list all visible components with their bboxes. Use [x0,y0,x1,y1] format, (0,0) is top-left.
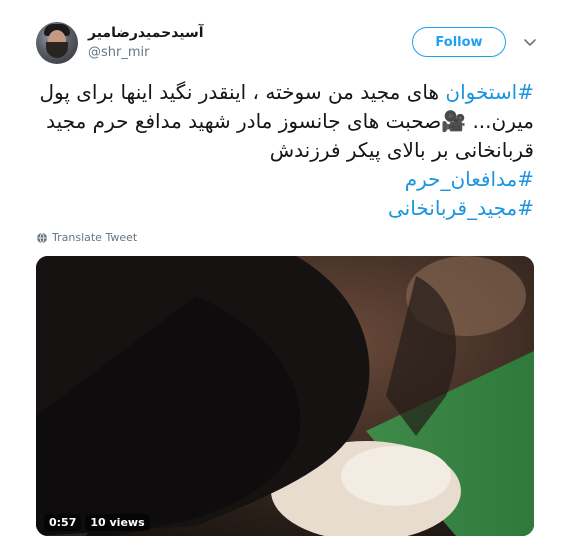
video-frame [36,256,534,536]
video-duration: 0:57 [44,514,82,531]
globe-icon [37,232,47,243]
hashtag-link[interactable]: #مجید_قربانخانی [36,194,534,223]
video-views: 10 views [85,514,150,531]
chevron-down-icon[interactable] [522,34,538,50]
hashtag-link[interactable]: #مدافعان_حرم [36,165,534,194]
tweet-header: آسیدحمیدرضامیر @shr_mir Follow [36,22,546,68]
user-handle[interactable]: @shr_mir [88,45,149,60]
avatar[interactable] [36,22,78,64]
tweet-text-segment: میرن... [472,109,534,133]
translate-label: Translate Tweet [52,231,138,244]
tweet-text: #استخوان های مجید من سوخته ، اینقدر نگید… [36,78,534,223]
tweet-line-1: #استخوان های مجید من سوخته ، اینقدر نگید… [36,78,534,107]
tweet-line-2: میرن... 🎥صحبت های جانسوز مادر شهید مدافع… [36,107,534,136]
follow-button[interactable]: Follow [412,27,506,57]
tweet-text-segment: صحبت های جانسوز مادر شهید مدافع حرم مجید [46,109,442,133]
display-name[interactable]: آسیدحمیدرضامیر [88,25,204,41]
tweet-text-segment: های مجید من سوخته ، اینقدر نگید اینها بر… [39,80,446,104]
translate-tweet-link[interactable]: Translate Tweet [36,231,137,244]
video-player[interactable] [36,256,534,536]
tweet-line-3: قربانخانی بر بالای پیکر فرزندش [269,138,534,162]
movie-camera-icon: 🎥 [441,109,467,133]
video-meta: 0:57 10 views [44,514,150,531]
hashtag-link[interactable]: #استخوان [445,80,534,104]
